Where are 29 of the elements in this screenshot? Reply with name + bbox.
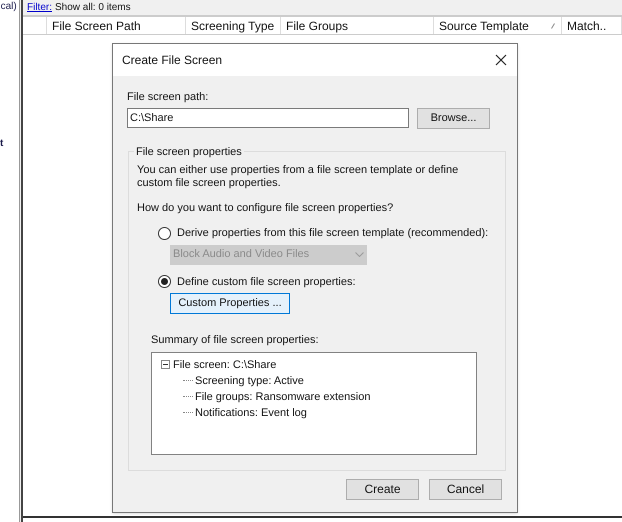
radio-label[interactable]: Define custom file screen properties: bbox=[177, 274, 356, 290]
dialog-button[interactable]: Create bbox=[346, 478, 419, 500]
description-text: You can either use properties from a file screen template or define custom file screen properties. bbox=[137, 164, 460, 190]
collapse-icon[interactable] bbox=[161, 360, 170, 369]
field-label: File screen path: bbox=[127, 90, 210, 105]
dialog-button[interactable]: Cancel bbox=[429, 478, 502, 500]
column-header[interactable]: File Groups bbox=[281, 17, 434, 34]
column-header[interactable]: File Screen Path bbox=[47, 17, 186, 34]
tree-item[interactable]: File groups: Ransomware extension bbox=[195, 388, 370, 404]
column-header[interactable]: Source Template bbox=[434, 17, 562, 34]
pane-text-fragment: cal) bbox=[0, 1, 18, 12]
column-header[interactable]: Match.. bbox=[562, 17, 622, 34]
summary-label: Summary of file screen properties: bbox=[151, 333, 320, 348]
chevron-down-icon bbox=[355, 252, 364, 257]
close-icon[interactable] bbox=[495, 54, 507, 66]
sort-icon bbox=[551, 22, 555, 28]
filter-text: Show all: 0 items bbox=[55, 2, 131, 13]
question-text: How do you want to configure file screen properties? bbox=[137, 200, 394, 216]
pane-text-fragment: t bbox=[0, 137, 4, 151]
filter-link[interactable]: Filter: bbox=[27, 2, 52, 13]
browse-button[interactable]: Browse... bbox=[417, 108, 490, 128]
column-header[interactable]: Screening Type bbox=[186, 17, 281, 34]
tree-item[interactable]: Screening type: Active bbox=[195, 372, 304, 388]
dialog-title: Create File Screen bbox=[122, 52, 222, 69]
tree-item[interactable]: File screen: C:\Share bbox=[173, 356, 276, 372]
path-input-field[interactable]: C:\Share bbox=[127, 108, 409, 128]
tree-item[interactable]: Notifications: Event log bbox=[195, 404, 307, 420]
custom-properties-button[interactable]: Custom Properties ... bbox=[170, 293, 290, 314]
radio-button[interactable] bbox=[158, 275, 171, 288]
